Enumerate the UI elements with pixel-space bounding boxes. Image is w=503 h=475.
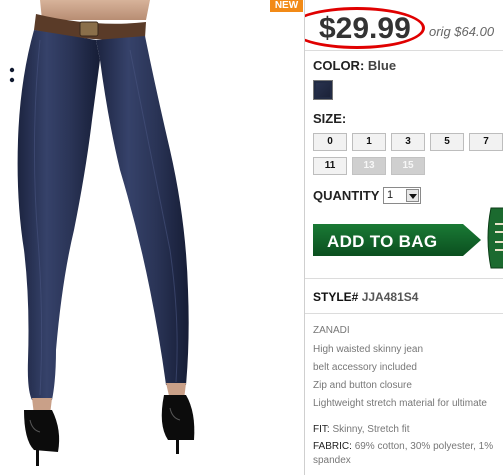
size-option-15: 15 — [391, 157, 425, 175]
fit-row: FIT: Skinny, Stretch fit — [313, 424, 410, 435]
quantity-select[interactable]: 1 — [383, 187, 421, 204]
color-row: COLOR: Blue — [313, 58, 396, 73]
size-option-5[interactable]: 5 — [430, 133, 464, 151]
description-line: belt accessory included — [313, 362, 417, 373]
size-option-0[interactable]: 0 — [313, 133, 347, 151]
new-badge: NEW — [270, 0, 303, 12]
product-details: $29.99 orig $64.00 COLOR: Blue SIZE: 0 1… — [305, 0, 503, 475]
style-number: JJA481S4 — [361, 290, 419, 304]
style-row: STYLE# JJA481S4 — [313, 290, 418, 304]
divider — [305, 278, 503, 279]
fabric-value-line2: spandex — [313, 455, 351, 466]
size-option-1[interactable]: 1 — [352, 133, 386, 151]
style-label: STYLE# — [313, 290, 359, 304]
divider — [305, 50, 503, 51]
description-line: Lightweight stretch material for ultimat… — [313, 398, 487, 409]
size-option-11[interactable]: 11 — [313, 157, 347, 175]
fabric-label: FABRIC: — [313, 441, 352, 452]
description-line: Zip and button closure — [313, 380, 412, 391]
size-option-7[interactable]: 7 — [469, 133, 503, 151]
color-swatch-blue[interactable] — [313, 80, 333, 100]
jeans-illustration — [9, 0, 195, 466]
promo-badge[interactable] — [485, 206, 503, 270]
fabric-row: FABRIC: 69% cotton, 30% polyester, 1% — [313, 441, 493, 452]
fabric-value: 69% cotton, 30% polyester, 1% — [354, 441, 494, 452]
size-option-13: 13 — [352, 157, 386, 175]
description-brand: ZANADI — [313, 325, 350, 336]
size-option-3[interactable]: 3 — [391, 133, 425, 151]
fit-label: FIT: — [313, 424, 330, 435]
description-line: High waisted skinny jean — [313, 344, 424, 355]
quantity-label: QUANTITY — [313, 188, 380, 203]
quantity-value: 1 — [387, 189, 394, 201]
fit-value: Skinny, Stretch fit — [332, 424, 410, 435]
product-image[interactable] — [0, 0, 303, 475]
add-to-bag-label: ADD TO BAG — [327, 232, 438, 251]
current-price: $29.99 — [319, 12, 411, 45]
color-label: COLOR: — [313, 58, 365, 73]
size-label: SIZE: — [313, 111, 347, 126]
original-price: orig $64.00 — [429, 24, 495, 39]
fabric-row-continued: spandex — [313, 455, 351, 466]
color-value: Blue — [367, 58, 397, 73]
chevron-down-icon[interactable] — [406, 189, 419, 202]
add-to-bag-button[interactable]: ADD TO BAG — [313, 224, 483, 256]
divider — [305, 313, 503, 314]
price-row: $29.99 orig $64.00 — [305, 5, 503, 49]
